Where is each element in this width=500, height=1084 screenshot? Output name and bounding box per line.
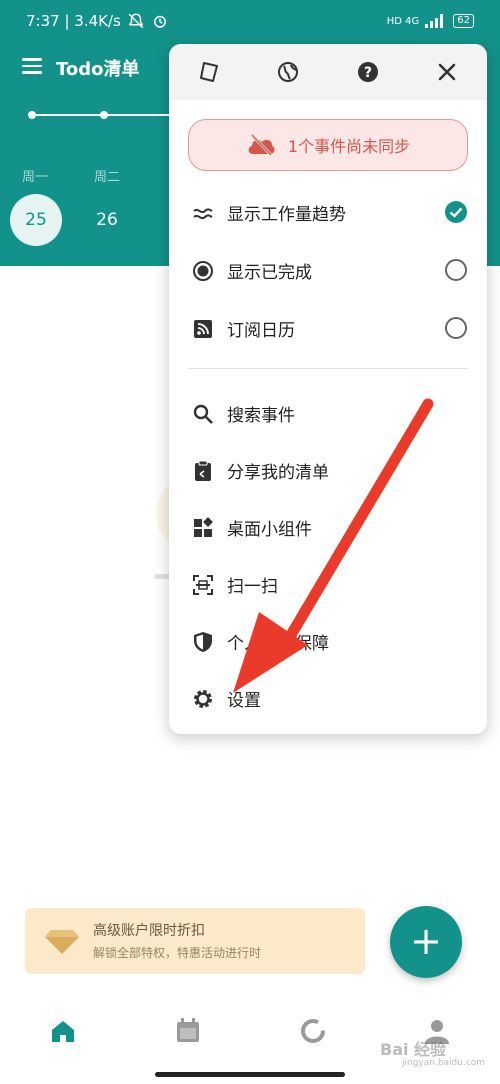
date-selected[interactable]: 25: [10, 194, 62, 246]
unchecked-circle-icon[interactable]: [444, 316, 468, 340]
weekday-mon: 周一: [22, 170, 49, 185]
diamond-icon: [45, 930, 79, 954]
menu-item-label: 显示已完成: [227, 263, 312, 283]
sync-warning-banner[interactable]: 1个事件尚未同步: [188, 119, 468, 171]
gear-icon: [194, 690, 212, 708]
system-home-bar[interactable]: [155, 1072, 345, 1077]
popup-toolbar: ?: [169, 44, 487, 100]
menu-item-share-list[interactable]: 分享我的清单: [169, 442, 487, 498]
skin-theme-icon[interactable]: [197, 60, 221, 84]
shield-icon: [194, 632, 212, 652]
menu-item-label: 设置: [227, 691, 261, 711]
hamburger-menu-icon[interactable]: [22, 58, 42, 74]
status-time: 7:37 | 3.4K/s: [26, 12, 121, 30]
add-task-button[interactable]: +: [390, 906, 462, 978]
cloud-off-icon: [248, 134, 275, 156]
menu-item-workload-trend[interactable]: 显示工作量趋势: [169, 184, 487, 240]
menu-item-label: 扫一扫: [227, 577, 278, 597]
promo-subtitle: 解锁全部特权，特惠活动进行时: [93, 946, 262, 960]
close-icon[interactable]: [435, 60, 459, 84]
menu-item-scan[interactable]: 扫一扫: [169, 556, 487, 612]
unchecked-circle-icon[interactable]: [444, 258, 468, 282]
clipboard-share-icon: [195, 460, 211, 481]
statistics-icon[interactable]: [298, 1016, 328, 1046]
week-timeline: [28, 111, 190, 119]
status-bar: 7:37 | 3.4K/s HD 4G 62: [0, 0, 500, 42]
menu-item-label: 搜索事件: [227, 406, 295, 426]
search-icon: [193, 404, 213, 424]
app-title: Todo清单: [56, 59, 140, 80]
signal-icon: [425, 14, 444, 28]
home-icon[interactable]: [48, 1016, 78, 1046]
menu-divider: [188, 368, 468, 369]
more-options-popup: ? 1个事件尚未同步 显示工作量趋势 显示已完成 订阅日历 搜索事件 分享我的清…: [169, 44, 487, 734]
sync-warning-text: 1个事件尚未同步: [287, 137, 411, 156]
scan-icon: [193, 575, 213, 595]
watermark: Bai 经验: [380, 1040, 447, 1059]
menu-item-label: 分享我的清单: [227, 463, 329, 483]
menu-item-privacy[interactable]: 个人信息保障: [169, 613, 487, 669]
alarm-icon: [153, 15, 166, 28]
trend-icon: [193, 208, 213, 220]
svg-text:?: ?: [364, 65, 372, 81]
calendar-icon[interactable]: [173, 1016, 203, 1046]
menu-item-label: 显示工作量趋势: [227, 205, 346, 225]
weekday-tue: 周二: [94, 170, 121, 185]
date-item[interactable]: 26: [84, 194, 130, 246]
menu-item-subscribe-calendar[interactable]: 订阅日历: [169, 300, 487, 356]
watermark-url: jingyan.baidu.com: [402, 1058, 486, 1068]
help-icon[interactable]: ?: [356, 60, 380, 84]
menu-item-label: 订阅日历: [227, 321, 295, 341]
network-type: HD 4G: [386, 15, 420, 27]
promo-title: 高级账户限时折扣: [93, 923, 205, 939]
menu-item-settings[interactable]: 设置: [169, 670, 487, 726]
radio-completed-icon: [193, 261, 213, 281]
menu-item-show-completed[interactable]: 显示已完成: [169, 242, 487, 298]
notifications-off-icon: [128, 13, 144, 29]
language-globe-icon[interactable]: [276, 60, 300, 84]
widgets-icon: [194, 517, 213, 537]
menu-item-widgets[interactable]: 桌面小组件: [169, 499, 487, 555]
checked-icon[interactable]: [444, 200, 468, 224]
menu-item-search-events[interactable]: 搜索事件: [169, 385, 487, 441]
premium-promo-banner[interactable]: 高级账户限时折扣 解锁全部特权，特惠活动进行时: [25, 908, 365, 974]
battery-indicator: 62: [453, 14, 474, 28]
menu-item-label: 桌面小组件: [227, 520, 312, 540]
menu-item-label: 个人信息保障: [227, 634, 329, 654]
rss-feed-icon: [194, 320, 212, 338]
